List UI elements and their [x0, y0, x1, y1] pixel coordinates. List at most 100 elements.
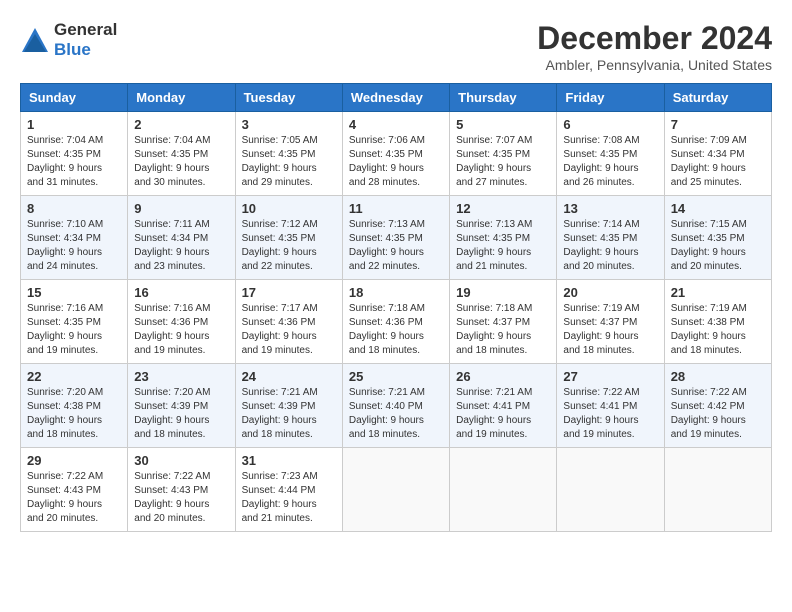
weekday-tuesday: Tuesday — [235, 84, 342, 112]
sunset-label: Sunset: 4:34 PM — [27, 233, 101, 244]
calendar-cell: 17 Sunrise: 7:17 AM Sunset: 4:36 PM Dayl… — [235, 280, 342, 364]
day-number: 10 — [242, 201, 336, 216]
sunrise-label: Sunrise: 7:18 AM — [349, 303, 425, 314]
day-info: Sunrise: 7:10 AM Sunset: 4:34 PM Dayligh… — [27, 218, 121, 274]
day-info: Sunrise: 7:04 AM Sunset: 4:35 PM Dayligh… — [27, 134, 121, 190]
daylight-label: Daylight: 9 hours and 18 minutes. — [242, 415, 317, 440]
day-info: Sunrise: 7:18 AM Sunset: 4:37 PM Dayligh… — [456, 302, 550, 358]
sunset-label: Sunset: 4:35 PM — [242, 233, 316, 244]
weekday-monday: Monday — [128, 84, 235, 112]
day-number: 15 — [27, 285, 121, 300]
day-info: Sunrise: 7:12 AM Sunset: 4:35 PM Dayligh… — [242, 218, 336, 274]
day-number: 3 — [242, 117, 336, 132]
day-number: 2 — [134, 117, 228, 132]
daylight-label: Daylight: 9 hours and 20 minutes. — [671, 247, 746, 272]
sunrise-label: Sunrise: 7:07 AM — [456, 135, 532, 146]
daylight-label: Daylight: 9 hours and 26 minutes. — [563, 163, 638, 188]
sunset-label: Sunset: 4:43 PM — [134, 485, 208, 496]
sunrise-label: Sunrise: 7:08 AM — [563, 135, 639, 146]
daylight-label: Daylight: 9 hours and 18 minutes. — [349, 415, 424, 440]
calendar-cell: 5 Sunrise: 7:07 AM Sunset: 4:35 PM Dayli… — [450, 112, 557, 196]
daylight-label: Daylight: 9 hours and 18 minutes. — [27, 415, 102, 440]
calendar-week-4: 22 Sunrise: 7:20 AM Sunset: 4:38 PM Dayl… — [21, 364, 772, 448]
sunrise-label: Sunrise: 7:21 AM — [242, 387, 318, 398]
calendar-week-2: 8 Sunrise: 7:10 AM Sunset: 4:34 PM Dayli… — [21, 196, 772, 280]
sunset-label: Sunset: 4:36 PM — [134, 317, 208, 328]
sunset-label: Sunset: 4:42 PM — [671, 401, 745, 412]
sunrise-label: Sunrise: 7:19 AM — [563, 303, 639, 314]
title-area: December 2024 Ambler, Pennsylvania, Unit… — [537, 20, 772, 73]
day-number: 28 — [671, 369, 765, 384]
day-number: 18 — [349, 285, 443, 300]
sunset-label: Sunset: 4:39 PM — [134, 401, 208, 412]
day-number: 8 — [27, 201, 121, 216]
sunrise-label: Sunrise: 7:19 AM — [671, 303, 747, 314]
sunrise-label: Sunrise: 7:22 AM — [563, 387, 639, 398]
daylight-label: Daylight: 9 hours and 29 minutes. — [242, 163, 317, 188]
day-info: Sunrise: 7:07 AM Sunset: 4:35 PM Dayligh… — [456, 134, 550, 190]
day-number: 5 — [456, 117, 550, 132]
sunset-label: Sunset: 4:35 PM — [134, 149, 208, 160]
weekday-thursday: Thursday — [450, 84, 557, 112]
sunrise-label: Sunrise: 7:06 AM — [349, 135, 425, 146]
sunrise-label: Sunrise: 7:20 AM — [27, 387, 103, 398]
weekday-friday: Friday — [557, 84, 664, 112]
day-number: 20 — [563, 285, 657, 300]
day-number: 14 — [671, 201, 765, 216]
sunset-label: Sunset: 4:35 PM — [671, 233, 745, 244]
sunset-label: Sunset: 4:35 PM — [456, 233, 530, 244]
calendar-cell: 22 Sunrise: 7:20 AM Sunset: 4:38 PM Dayl… — [21, 364, 128, 448]
calendar-table: SundayMondayTuesdayWednesdayThursdayFrid… — [20, 83, 772, 532]
calendar-cell: 19 Sunrise: 7:18 AM Sunset: 4:37 PM Dayl… — [450, 280, 557, 364]
calendar-cell — [557, 448, 664, 532]
calendar-cell: 1 Sunrise: 7:04 AM Sunset: 4:35 PM Dayli… — [21, 112, 128, 196]
sunrise-label: Sunrise: 7:17 AM — [242, 303, 318, 314]
calendar-cell: 21 Sunrise: 7:19 AM Sunset: 4:38 PM Dayl… — [664, 280, 771, 364]
calendar-cell: 27 Sunrise: 7:22 AM Sunset: 4:41 PM Dayl… — [557, 364, 664, 448]
day-number: 30 — [134, 453, 228, 468]
month-title: December 2024 — [537, 20, 772, 57]
day-info: Sunrise: 7:22 AM Sunset: 4:41 PM Dayligh… — [563, 386, 657, 442]
sunset-label: Sunset: 4:37 PM — [563, 317, 637, 328]
sunset-label: Sunset: 4:34 PM — [134, 233, 208, 244]
daylight-label: Daylight: 9 hours and 30 minutes. — [134, 163, 209, 188]
daylight-label: Daylight: 9 hours and 20 minutes. — [27, 499, 102, 524]
sunset-label: Sunset: 4:35 PM — [242, 149, 316, 160]
day-number: 4 — [349, 117, 443, 132]
sunset-label: Sunset: 4:35 PM — [563, 149, 637, 160]
sunrise-label: Sunrise: 7:22 AM — [671, 387, 747, 398]
day-info: Sunrise: 7:22 AM Sunset: 4:43 PM Dayligh… — [134, 470, 228, 526]
logo-icon — [20, 26, 50, 54]
day-info: Sunrise: 7:13 AM Sunset: 4:35 PM Dayligh… — [349, 218, 443, 274]
sunset-label: Sunset: 4:35 PM — [27, 149, 101, 160]
calendar-cell: 26 Sunrise: 7:21 AM Sunset: 4:41 PM Dayl… — [450, 364, 557, 448]
day-number: 31 — [242, 453, 336, 468]
logo: General Blue — [20, 20, 117, 60]
sunrise-label: Sunrise: 7:09 AM — [671, 135, 747, 146]
calendar-cell: 9 Sunrise: 7:11 AM Sunset: 4:34 PM Dayli… — [128, 196, 235, 280]
day-number: 16 — [134, 285, 228, 300]
day-info: Sunrise: 7:19 AM Sunset: 4:38 PM Dayligh… — [671, 302, 765, 358]
day-info: Sunrise: 7:05 AM Sunset: 4:35 PM Dayligh… — [242, 134, 336, 190]
daylight-label: Daylight: 9 hours and 19 minutes. — [671, 415, 746, 440]
sunset-label: Sunset: 4:38 PM — [671, 317, 745, 328]
daylight-label: Daylight: 9 hours and 21 minutes. — [242, 499, 317, 524]
sunrise-label: Sunrise: 7:22 AM — [134, 471, 210, 482]
sunrise-label: Sunrise: 7:18 AM — [456, 303, 532, 314]
weekday-header-row: SundayMondayTuesdayWednesdayThursdayFrid… — [21, 84, 772, 112]
day-number: 25 — [349, 369, 443, 384]
day-number: 19 — [456, 285, 550, 300]
daylight-label: Daylight: 9 hours and 19 minutes. — [242, 331, 317, 356]
calendar-cell: 16 Sunrise: 7:16 AM Sunset: 4:36 PM Dayl… — [128, 280, 235, 364]
day-info: Sunrise: 7:08 AM Sunset: 4:35 PM Dayligh… — [563, 134, 657, 190]
day-info: Sunrise: 7:06 AM Sunset: 4:35 PM Dayligh… — [349, 134, 443, 190]
daylight-label: Daylight: 9 hours and 18 minutes. — [456, 331, 531, 356]
sunset-label: Sunset: 4:35 PM — [349, 233, 423, 244]
day-info: Sunrise: 7:21 AM Sunset: 4:39 PM Dayligh… — [242, 386, 336, 442]
day-info: Sunrise: 7:20 AM Sunset: 4:39 PM Dayligh… — [134, 386, 228, 442]
day-info: Sunrise: 7:21 AM Sunset: 4:41 PM Dayligh… — [456, 386, 550, 442]
sunrise-label: Sunrise: 7:15 AM — [671, 219, 747, 230]
sunset-label: Sunset: 4:43 PM — [27, 485, 101, 496]
day-info: Sunrise: 7:15 AM Sunset: 4:35 PM Dayligh… — [671, 218, 765, 274]
calendar-cell: 15 Sunrise: 7:16 AM Sunset: 4:35 PM Dayl… — [21, 280, 128, 364]
